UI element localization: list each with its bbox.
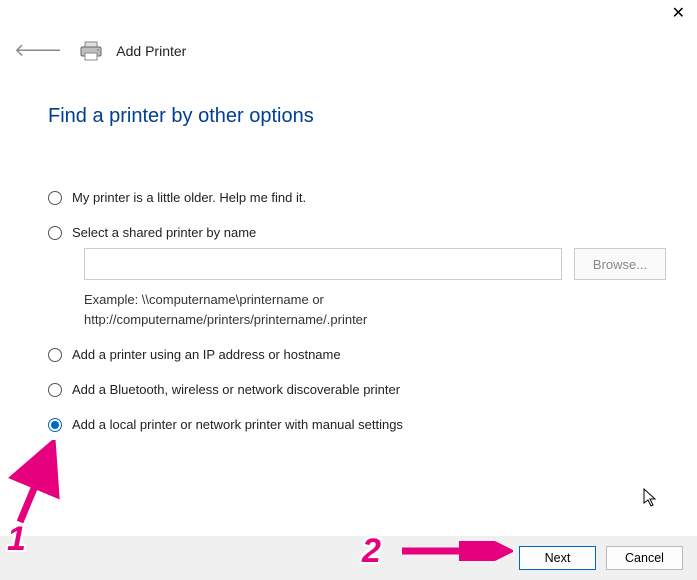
cancel-button[interactable]: Cancel <box>606 546 683 570</box>
shared-example-text: Example: \\computername\printername or h… <box>84 290 697 329</box>
footer-bar: Next Cancel <box>0 536 697 580</box>
header: 🡐 Add Printer <box>0 0 697 63</box>
radio-local[interactable] <box>48 418 62 432</box>
option-older-label: My printer is a little older. Help me fi… <box>72 190 306 205</box>
option-local[interactable]: Add a local printer or network printer w… <box>48 417 697 432</box>
option-older[interactable]: My printer is a little older. Help me fi… <box>48 190 697 205</box>
back-arrow-icon[interactable]: 🡐 <box>10 38 66 63</box>
option-ip[interactable]: Add a printer using an IP address or hos… <box>48 347 697 362</box>
option-shared-label: Select a shared printer by name <box>72 225 256 240</box>
next-button[interactable]: Next <box>519 546 596 570</box>
option-bluetooth[interactable]: Add a Bluetooth, wireless or network dis… <box>48 382 697 397</box>
page-heading: Find a printer by other options <box>0 63 697 128</box>
option-ip-label: Add a printer using an IP address or hos… <box>72 347 341 362</box>
option-bluetooth-label: Add a Bluetooth, wireless or network dis… <box>72 382 400 397</box>
options-group: My printer is a little older. Help me fi… <box>0 128 697 432</box>
example-line2: http://computername/printers/printername… <box>84 310 697 330</box>
radio-shared[interactable] <box>48 226 62 240</box>
header-title: Add Printer <box>116 43 186 59</box>
option-local-label: Add a local printer or network printer w… <box>72 417 403 432</box>
option-shared[interactable]: Select a shared printer by name <box>48 225 697 240</box>
radio-bluetooth[interactable] <box>48 383 62 397</box>
annotation-arrow-1 <box>2 440 62 535</box>
shared-printer-input[interactable] <box>84 248 562 280</box>
printer-icon <box>80 41 102 61</box>
browse-button[interactable]: Browse... <box>574 248 666 280</box>
cursor-icon <box>643 488 659 508</box>
radio-ip[interactable] <box>48 348 62 362</box>
example-line1: Example: \\computername\printername or <box>84 290 697 310</box>
radio-older[interactable] <box>48 191 62 205</box>
close-button[interactable]: ✕ <box>672 6 685 22</box>
